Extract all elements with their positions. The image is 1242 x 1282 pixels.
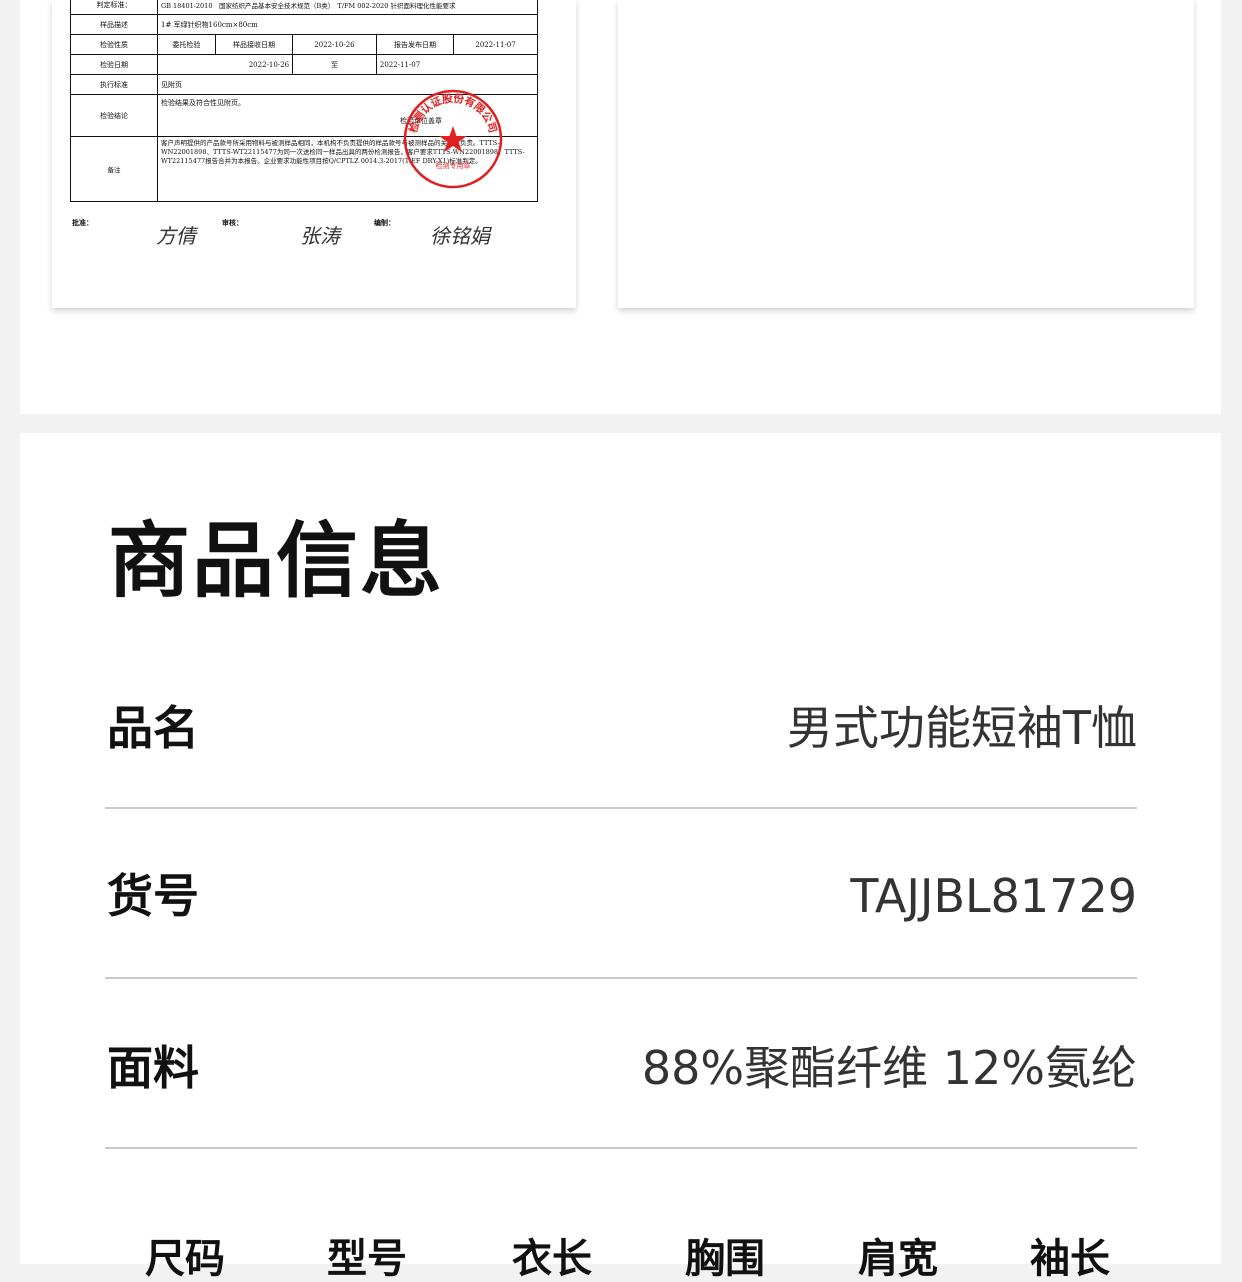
report-value: GB 18401-2010 国家纺织产品基本安全技术规范（B类） T/FM 00…	[157, 0, 538, 15]
report-value: 2022-10-26	[292, 34, 377, 55]
info-value: 男式功能短袖T恤	[786, 701, 1137, 755]
report-value: 2022-10-26	[156, 54, 294, 75]
stamp-subtext: 检测专用章	[436, 161, 471, 170]
report-label: 备注	[70, 136, 158, 202]
blank-report-card	[618, 0, 1194, 308]
report-value: 2022-11-07	[453, 34, 538, 55]
review-signature: 张涛	[300, 224, 340, 248]
red-stamp-seal: 检测认证股份有限公司 检测专用章	[403, 89, 503, 189]
compile-signature: 徐铭娟	[430, 224, 490, 248]
info-key: 面料	[107, 1041, 199, 1095]
review-label: 审核：	[222, 218, 243, 227]
info-value: TAJJBL81729	[850, 869, 1137, 923]
compile-label: 编制：	[374, 218, 395, 227]
size-header: 肩宽	[858, 1236, 938, 1282]
report-value: 2022-11-07	[375, 54, 539, 75]
report-value: 至	[292, 54, 377, 75]
approve-label: 批准：	[72, 218, 93, 227]
info-value: 88%聚酯纤维 12%氨纶	[641, 1041, 1137, 1095]
report-label: 检验日期	[70, 54, 158, 75]
size-header: 衣长	[512, 1236, 592, 1282]
report-label: 执行标准	[70, 74, 158, 95]
size-header: 袖长	[1030, 1236, 1110, 1282]
report-label: 检验性质	[70, 34, 158, 55]
report-label: 样品描述	[70, 14, 158, 35]
info-key: 品名	[107, 701, 199, 755]
signature-row: 批准： 方倩 审核： 张涛 编制： 徐铭娟	[72, 214, 542, 248]
report-label: 检验结论	[70, 94, 158, 137]
info-row-fabric: 面料 88%聚酯纤维 12%氨纶	[105, 977, 1137, 1149]
section-title: 商品信息	[108, 514, 445, 609]
report-label: 样品接收日期	[214, 34, 294, 55]
report-label: 报告发布日期	[375, 34, 455, 55]
info-row-sku: 货号 TAJJBL81729	[105, 807, 1137, 979]
report-value: 委托检验	[157, 34, 216, 55]
info-row-name: 品名 男式功能短袖T恤	[105, 637, 1137, 809]
test-report-card: 判定标准： GB 18401-2010 国家纺织产品基本安全技术规范（B类） T…	[52, 0, 576, 308]
report-value: 1# 军绿针织物160cm×80cm	[157, 14, 538, 35]
info-key: 货号	[107, 869, 199, 923]
approve-signature: 方倩	[156, 224, 196, 248]
size-header: 尺码	[145, 1236, 225, 1282]
product-info-panel: 商品信息 品名 男式功能短袖T恤 货号 TAJJBL81729 面料 88%聚酯…	[20, 433, 1221, 1279]
size-header: 胸围	[685, 1236, 765, 1282]
report-label: 判定标准：	[70, 0, 158, 15]
size-header: 型号	[327, 1236, 407, 1282]
